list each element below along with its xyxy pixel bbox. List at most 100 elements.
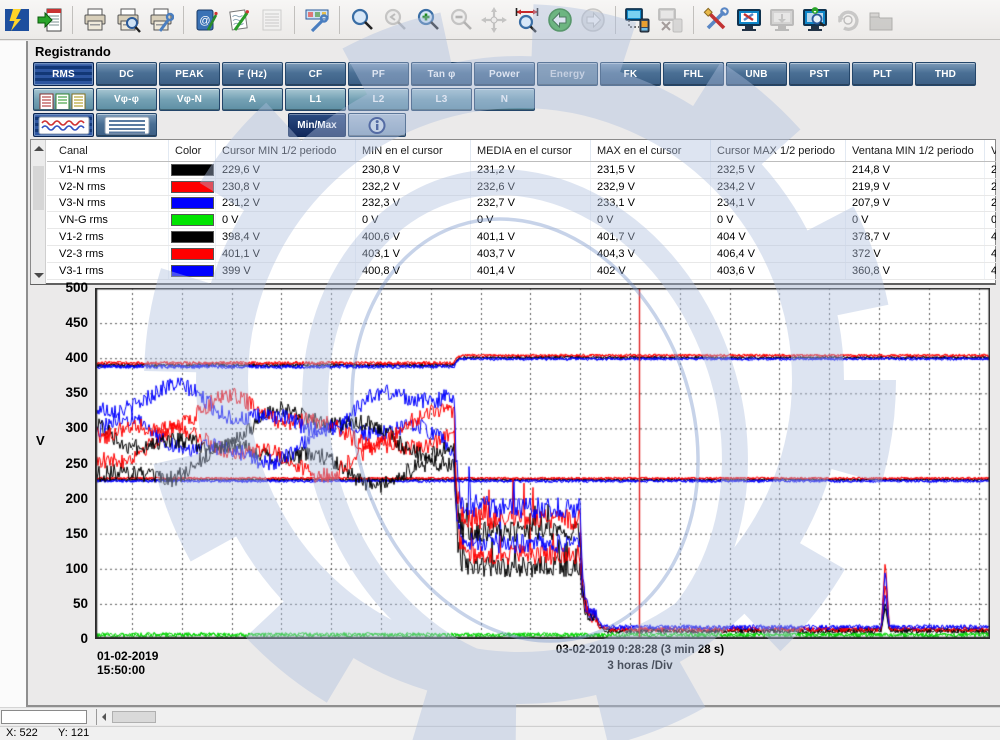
status-y-coordinate: Y: 121: [58, 727, 89, 739]
print-button[interactable]: [80, 4, 110, 36]
color-cell: [169, 229, 216, 245]
tab-rms[interactable]: RMS: [33, 62, 94, 86]
tab-plt[interactable]: PLT: [852, 62, 913, 86]
y-axis-tick-100: 100: [40, 561, 88, 576]
hscroll-thumb[interactable]: [112, 711, 156, 723]
print-setup-button[interactable]: [146, 4, 176, 36]
tab-power[interactable]: Power: [474, 62, 535, 86]
table-row-v1-2-rms[interactable]: V1-2 rms398,4 V400,6 V401,1 V401,7 V404 …: [47, 229, 996, 246]
left-collapsed-panel[interactable]: [0, 41, 28, 708]
table-row-v2-n-rms[interactable]: V2-N rms230,8 V232,2 V232,6 V232,9 V234,…: [47, 179, 996, 196]
tab-l3[interactable]: L3: [411, 88, 472, 111]
tab-a[interactable]: A: [222, 88, 283, 111]
y-axis-tick-500: 500: [40, 280, 88, 295]
value-cell: 232,6 V: [471, 179, 591, 195]
toolbar-config-icon: [304, 7, 330, 33]
value-cell: 0 V: [846, 212, 985, 228]
chart-cursor-timestamp: 03-02-2019 0:28:28 (3 min 28 s): [440, 644, 840, 656]
column-header-color: Color: [169, 140, 216, 161]
status-bar: X: 522 Y: 121: [0, 726, 1000, 740]
report-pages-icon: [38, 90, 90, 109]
zoom-out-button: [446, 4, 476, 36]
tab-fhl[interactable]: FHL: [663, 62, 724, 86]
toolbar-config-button[interactable]: [302, 4, 332, 36]
value-cell: 400,6 V: [356, 229, 471, 245]
app-logo-button[interactable]: [2, 4, 32, 36]
tab-v-n[interactable]: Vφ-N: [159, 88, 220, 111]
tab-l1[interactable]: L1: [285, 88, 346, 111]
notes-icon: [226, 7, 252, 33]
report-pages-button[interactable]: [33, 88, 94, 111]
print-setup-icon: [148, 7, 174, 33]
table-row-v3-n-rms[interactable]: V3-N rms231,2 V232,3 V232,7 V233,1 V234,…: [47, 196, 996, 213]
scroll-down-icon[interactable]: [34, 273, 44, 278]
tab-fk[interactable]: FK: [600, 62, 661, 86]
tab-peak[interactable]: PEAK: [159, 62, 220, 86]
y-axis-tick-50: 50: [40, 596, 88, 611]
scroll-up-icon[interactable]: [34, 146, 44, 151]
back-button[interactable]: [545, 4, 575, 36]
minmax-button[interactable]: Min/Max: [288, 113, 346, 137]
zoom-horizontal-button[interactable]: [512, 4, 542, 36]
archive-icon: [868, 7, 894, 33]
open-file-button[interactable]: [35, 4, 65, 36]
y-axis-tick-150: 150: [40, 526, 88, 541]
chart-start-date-line1: 01-02-2019: [97, 649, 158, 663]
tab-n[interactable]: N: [474, 88, 535, 111]
tab-unb[interactable]: UNB: [726, 62, 787, 86]
tab-pf[interactable]: PF: [348, 62, 409, 86]
table-view-button[interactable]: [96, 113, 157, 137]
forward-icon: [580, 7, 606, 33]
scroll-left-icon[interactable]: [102, 713, 106, 721]
chart-plot-area[interactable]: [95, 288, 990, 639]
remote-config-button[interactable]: [734, 4, 764, 36]
download-search-button[interactable]: [800, 4, 830, 36]
table-row-v3-1-rms[interactable]: V3-1 rms399 V400,8 V401,4 V402 V403,6 V3…: [47, 263, 996, 280]
value-cell: 404 V: [711, 229, 846, 245]
table-row-v1-n-rms[interactable]: V1-N rms229,6 V230,8 V231,2 V231,5 V232,…: [47, 162, 996, 179]
y-axis-tick-450: 450: [40, 315, 88, 330]
zoom-out-icon: [448, 7, 474, 33]
tab-thd[interactable]: THD: [915, 62, 976, 86]
tab-pst[interactable]: PST: [789, 62, 850, 86]
value-cell: 360,8 V: [846, 263, 985, 279]
tools-button[interactable]: [701, 4, 731, 36]
color-cell: [169, 246, 216, 262]
column-header-canal: Canal: [47, 140, 169, 161]
notes-button[interactable]: [224, 4, 254, 36]
table-row-vn-g-rms[interactable]: VN-G rms0 V0 V0 V0 V0 V0 V0: [47, 212, 996, 229]
tab-v[interactable]: Vφ-φ: [96, 88, 157, 111]
print-preview-icon: [115, 7, 141, 33]
tab-tan[interactable]: Tan φ: [411, 62, 472, 86]
tab-f-hz[interactable]: F (Hz): [222, 62, 283, 86]
address-book-button[interactable]: @: [191, 4, 221, 36]
print-preview-button[interactable]: [113, 4, 143, 36]
zoom-in-icon: [415, 7, 441, 33]
value-cell: 4: [985, 246, 996, 262]
horizontal-scrollbar[interactable]: [0, 707, 1000, 725]
value-cell: 236: [985, 162, 996, 178]
info-button[interactable]: [348, 113, 406, 137]
table-scroll-thumb[interactable]: [33, 166, 44, 210]
table-scrollbar[interactable]: [31, 140, 46, 284]
color-swatch-blue: [171, 197, 214, 209]
value-cell: 232,9 V: [591, 179, 711, 195]
table-row-v2-3-rms[interactable]: V2-3 rms401,1 V403,1 V403,7 V404,3 V406,…: [47, 246, 996, 263]
tab-cf[interactable]: CF: [285, 62, 346, 86]
report-icon: [259, 7, 285, 33]
waveform-view-button[interactable]: [33, 113, 94, 137]
forward-button: [578, 4, 608, 36]
zoom-button[interactable]: [347, 4, 377, 36]
device-connect-button[interactable]: [623, 4, 653, 36]
value-cell: 4: [985, 263, 996, 279]
canal-cell: VN-G rms: [47, 212, 169, 228]
column-header-media-en-el-cursor: MEDIA en el cursor: [471, 140, 591, 161]
canal-cell: V2-3 rms: [47, 246, 169, 262]
canal-cell: V1-2 rms: [47, 229, 169, 245]
value-cell: 0 V: [471, 212, 591, 228]
tab-dc[interactable]: DC: [96, 62, 157, 86]
y-axis-tick-0: 0: [40, 631, 88, 646]
tab-l2[interactable]: L2: [348, 88, 409, 111]
status-x-coordinate: X: 522: [6, 727, 38, 739]
zoom-in-button[interactable]: [413, 4, 443, 36]
